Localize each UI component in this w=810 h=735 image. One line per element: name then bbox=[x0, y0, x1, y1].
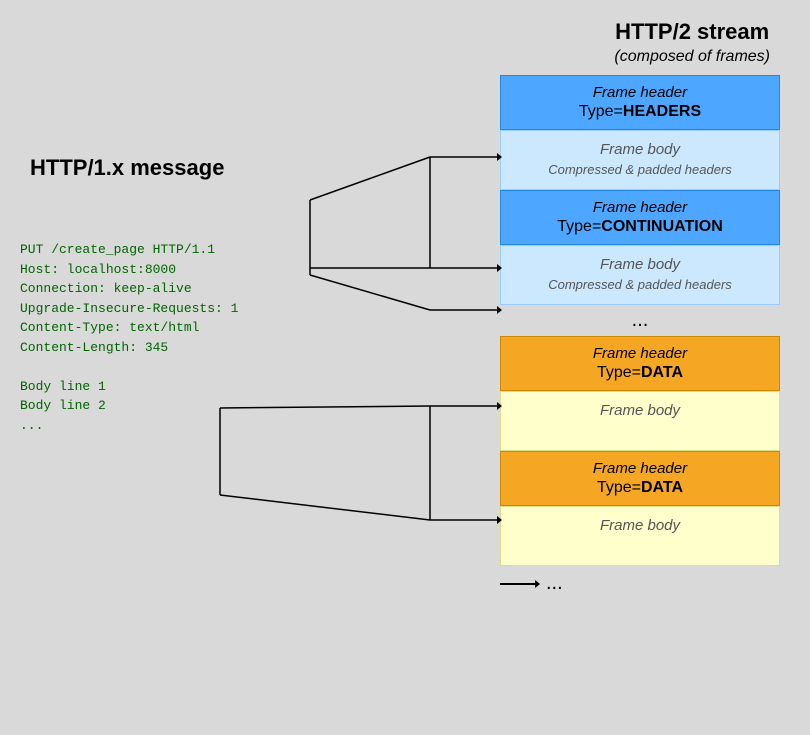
http2-stream-subtitle: (composed of frames) bbox=[614, 47, 770, 68]
headers-frame-label: Frame header bbox=[505, 84, 775, 101]
headers-frame-body: Frame body Compressed & padded headers bbox=[500, 130, 780, 190]
bottom-dots-row: ... bbox=[500, 566, 780, 601]
http1-line-body2: Body line 2 bbox=[20, 396, 238, 416]
data1-frame-body: Frame body bbox=[500, 391, 780, 451]
continuation-frame-header: Frame header Type=CONTINUATION bbox=[500, 190, 780, 245]
http2-stream-title: HTTP/2 stream (composed of frames) bbox=[614, 18, 770, 67]
http1-line-5: Content-Type: text/html bbox=[20, 318, 238, 338]
continuation-frame-body: Frame body Compressed & padded headers bbox=[500, 245, 780, 305]
continuation-frame-type: Type=CONTINUATION bbox=[505, 218, 775, 236]
data2-frame-body-label: Frame body bbox=[505, 517, 775, 534]
http1-line-1: PUT /create_page HTTP/1.1 bbox=[20, 240, 238, 260]
data1-frame-body-label: Frame body bbox=[505, 402, 775, 419]
data1-frame-label: Frame header bbox=[505, 345, 775, 362]
bottom-dots: ... bbox=[546, 572, 563, 595]
data2-frame-header: Frame header Type=DATA bbox=[500, 451, 780, 506]
http1-line-6: Content-Length: 345 bbox=[20, 338, 238, 358]
continuation-frame-label: Frame header bbox=[505, 199, 775, 216]
http1-line-3: Connection: keep-alive bbox=[20, 279, 238, 299]
http1-line-4: Upgrade-Insecure-Requests: 1 bbox=[20, 299, 238, 319]
continuation-frame-body-sub: Compressed & padded headers bbox=[505, 277, 775, 292]
data2-frame-body: Frame body bbox=[500, 506, 780, 566]
data1-frame-type: Type=DATA bbox=[505, 364, 775, 382]
headers-frame-type: Type=HEADERS bbox=[505, 103, 775, 121]
http1-line-2: Host: localhost:8000 bbox=[20, 260, 238, 280]
bottom-arrow-icon bbox=[500, 574, 540, 594]
dots-separator-1: ... bbox=[500, 305, 780, 336]
continuation-frame-body-label: Frame body bbox=[505, 256, 775, 273]
http1-line-dots: ... bbox=[20, 416, 238, 436]
headers-frame-header: Frame header Type=HEADERS bbox=[500, 75, 780, 130]
http1-title: HTTP/1.x message bbox=[30, 155, 224, 181]
data2-frame-type: Type=DATA bbox=[505, 479, 775, 497]
data1-frame-header: Frame header Type=DATA bbox=[500, 336, 780, 391]
headers-frame-body-sub: Compressed & padded headers bbox=[505, 162, 775, 177]
headers-frame-body-label: Frame body bbox=[505, 141, 775, 158]
http1-body: PUT /create_page HTTP/1.1 Host: localhos… bbox=[20, 240, 238, 435]
frames-column: Frame header Type=HEADERS Frame body Com… bbox=[500, 75, 780, 601]
diagram-container: HTTP/2 stream (composed of frames) HTTP/… bbox=[0, 0, 810, 735]
data2-frame-label: Frame header bbox=[505, 460, 775, 477]
http1-line-body1: Body line 1 bbox=[20, 377, 238, 397]
http1-line-blank bbox=[20, 357, 238, 377]
